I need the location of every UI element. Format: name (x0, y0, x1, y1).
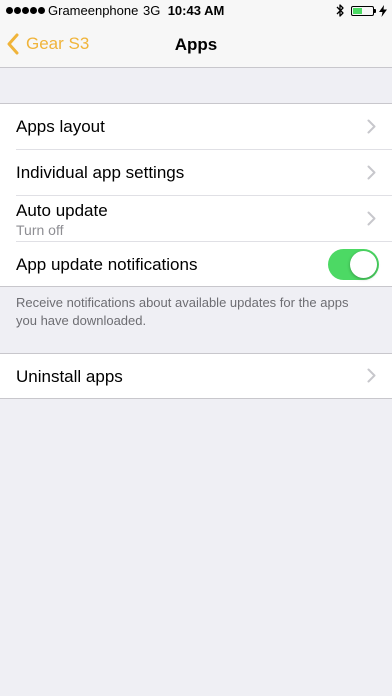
navigation-bar: Apps Gear S3 (0, 22, 392, 68)
row-title: Individual app settings (16, 163, 185, 182)
toggle-knob (350, 251, 377, 278)
notifications-toggle[interactable] (328, 249, 379, 280)
back-button[interactable]: Gear S3 (6, 30, 89, 58)
status-bar: Grameenphone 3G 10:43 AM (0, 0, 392, 22)
battery-level (353, 8, 362, 14)
individual-app-settings-row[interactable]: Individual app settings (0, 150, 392, 196)
chevron-right-icon (367, 119, 376, 134)
row-title: Uninstall apps (16, 367, 123, 386)
apps-layout-row[interactable]: Apps layout (0, 104, 392, 150)
group-footnote: Receive notifications about available up… (16, 295, 349, 328)
row-title: Apps layout (16, 117, 105, 136)
app-update-notifications-row: App update notifications (0, 242, 392, 288)
battery-icon (351, 6, 374, 16)
uninstall-apps-row[interactable]: Uninstall apps (0, 354, 392, 398)
row-title: Auto update (16, 201, 108, 220)
charging-bolt-icon (379, 5, 387, 17)
chevron-right-icon (367, 368, 376, 383)
auto-update-row[interactable]: Auto update Turn off (0, 196, 392, 242)
back-button-label: Gear S3 (26, 34, 90, 53)
row-subtitle: Turn off (16, 222, 64, 238)
chevron-left-icon (7, 33, 19, 55)
battery-tip (374, 9, 376, 13)
status-time: 10:43 AM (167, 3, 225, 18)
chevron-right-icon (367, 165, 376, 180)
chevron-right-icon (367, 211, 376, 226)
row-title: App update notifications (16, 255, 198, 274)
settings-group: Apps layout Individual app settings Auto… (0, 103, 392, 287)
bluetooth-icon (336, 4, 344, 17)
uninstall-group: Uninstall apps (0, 353, 392, 399)
